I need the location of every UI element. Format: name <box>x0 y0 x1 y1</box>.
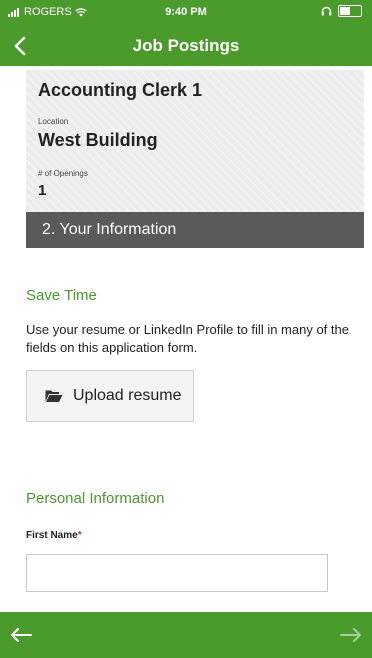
headphones-icon <box>321 6 332 16</box>
status-time: 9:40 PM <box>165 6 207 18</box>
step-banner: 2. Your Information <box>26 212 364 248</box>
status-right <box>321 5 362 17</box>
battery-icon <box>338 5 362 17</box>
required-asterisk: * <box>77 530 82 541</box>
openings-label: # of Openings <box>38 169 88 178</box>
page-title: Job Postings <box>132 36 240 55</box>
arrow-right-icon <box>340 628 361 642</box>
arrow-left-icon <box>11 628 32 642</box>
next-step-button[interactable] <box>334 619 368 651</box>
first-name-input[interactable] <box>26 554 328 592</box>
first-name-label-text: First Name <box>26 530 78 541</box>
job-title: Accounting Clerk 1 <box>38 80 203 100</box>
upload-resume-label: Upload resume <box>73 387 182 404</box>
first-name-label: First Name* <box>26 530 82 541</box>
nav-bar: Job Postings <box>0 26 372 66</box>
personal-info-heading: Personal Information <box>26 490 165 507</box>
openings-value: 1 <box>38 182 47 199</box>
folder-open-icon <box>45 390 63 402</box>
status-bar: ROGERS 9:40 PM <box>0 0 372 26</box>
bottom-nav-bar <box>0 612 372 658</box>
save-time-description: Use your resume or LinkedIn Profile to f… <box>26 322 349 355</box>
upload-resume-button[interactable]: Upload resume <box>26 370 194 422</box>
previous-step-button[interactable] <box>4 619 38 651</box>
step-label: 2. Your Information <box>42 221 177 238</box>
save-time-heading: Save Time <box>26 287 97 304</box>
location-label: Location <box>38 117 69 126</box>
job-summary-card: Accounting Clerk 1 Location West Buildin… <box>26 70 364 212</box>
location-value: West Building <box>38 130 158 150</box>
